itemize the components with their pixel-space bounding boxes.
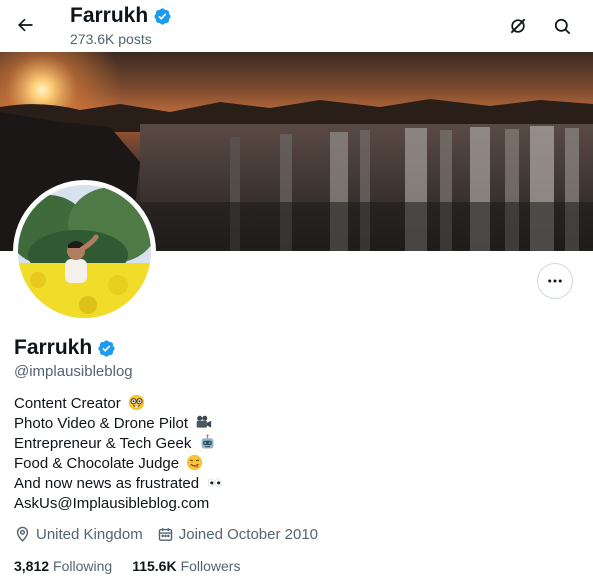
followers-link[interactable]: 115.6K Followers [132,558,240,574]
following-label: Following [53,558,113,574]
nerd-face-icon [128,394,145,411]
location-pin-icon [16,526,29,542]
grok-button[interactable] [504,12,532,40]
profile-avatar[interactable] [13,180,156,323]
bio-line: Food & Chocolate Judge [14,454,223,474]
joined-text: Joined October 2010 [178,526,318,543]
back-button[interactable] [10,10,40,40]
bio-line-text: Photo Video & Drone Pilot [14,415,189,432]
more-button[interactable] [537,263,573,299]
yum-face-icon [187,454,203,471]
search-icon [554,18,570,34]
follow-stats: 3,812 Following 115.6K Followers [14,558,240,574]
profile-name: Farrukh [14,336,116,360]
profile-joined: Joined October 2010 [157,526,318,543]
header-name: Farrukh [70,4,172,28]
bio-line-text: Entrepreneur & Tech Geek [14,435,192,452]
bio-line: AskUs@Implausibleblog.com [14,494,223,514]
avatar-image [18,185,151,318]
followers-count: 115.6K [132,558,177,574]
bio-email: AskUs@Implausibleblog.com [14,495,210,512]
eyes-icon [208,478,222,487]
bio-line: Photo Video & Drone Pilot [14,414,223,434]
grok-icon [510,18,526,34]
bio-line: And now news as frustrated [14,474,223,494]
movie-camera-icon [196,415,212,428]
location-text: United Kingdom [36,526,143,543]
calendar-icon [158,528,172,541]
header-post-count: 273.6K posts [70,31,152,47]
verified-badge-icon[interactable] [97,339,116,358]
header-name-text: Farrukh [70,4,149,27]
following-count: 3,812 [14,558,50,574]
profile-name-text: Farrukh [14,336,93,359]
profile-handle: @implausibleblog [14,363,133,380]
profile-bio: Content Creator Photo Video & Drone Pilo… [14,394,223,514]
robot-icon [201,434,213,449]
followers-label: Followers [180,558,241,574]
bio-line-text: And now news as frustrated [14,475,200,492]
profile-location: United Kingdom [14,526,143,543]
profile-meta: United Kingdom Joined October 2010 [14,526,332,543]
arrow-left-icon [18,18,33,32]
top-bar: Farrukh 273.6K posts [0,0,593,52]
verified-badge-icon [154,7,171,25]
more-horizontal-icon [548,279,562,283]
bio-line: Content Creator [14,394,223,414]
search-button[interactable] [548,12,576,40]
bio-line-text: Food & Chocolate Judge [14,455,180,472]
bio-line-text: Content Creator [14,395,121,412]
bio-line: Entrepreneur & Tech Geek [14,434,223,454]
following-link[interactable]: 3,812 Following [14,558,112,574]
